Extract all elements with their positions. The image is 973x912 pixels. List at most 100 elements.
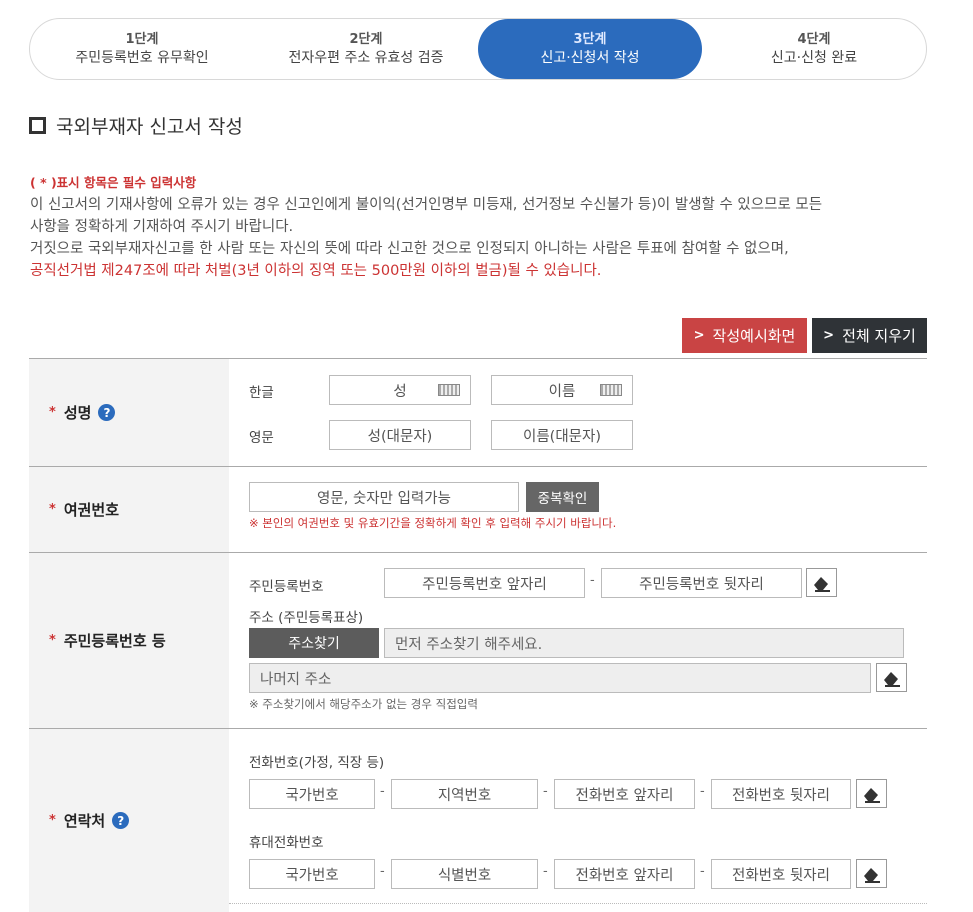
mobile-back-input[interactable]: 전화번호 뒷자리	[711, 859, 851, 889]
notice-line-3: 거짓으로 국외부재자신고를 한 사람 또는 자신의 뜻에 따라 신고한 것으로 …	[30, 241, 789, 257]
eraser-button[interactable]	[856, 779, 887, 808]
eraser-icon	[813, 576, 830, 592]
address-detail-input[interactable]: 나머지 주소	[249, 663, 871, 693]
korean-given-name-placeholder: 이름	[548, 383, 576, 400]
clear-all-label: 전체 지우기	[842, 327, 916, 345]
notice-block: ( * )표시 항목은 필수 입력사항 이 신고서의 기재사항에 오류가 있는 …	[30, 172, 920, 282]
step-4-number: 4단계	[797, 32, 831, 47]
help-icon[interactable]: ?	[98, 404, 116, 421]
eraser-button[interactable]	[806, 568, 837, 597]
address-placeholder: 먼저 주소찾기 해주세요.	[395, 636, 543, 653]
rrn-front-placeholder: 주민등록번호 앞자리	[422, 576, 547, 593]
contact-label-text: 연락처	[63, 812, 106, 830]
phone-back-placeholder: 전화번호 뒷자리	[732, 787, 830, 804]
step-4: 4단계 신고·신청 완료	[702, 19, 926, 79]
english-surname-placeholder: 성(대문자)	[367, 428, 433, 445]
mobile-front-placeholder: 전화번호 앞자리	[575, 867, 674, 884]
address-search-button[interactable]: 주소찾기	[249, 628, 379, 658]
passport-warning: ※ 본인의 여권번호 및 유효기간을 정확하게 확인 후 입력해 주시기 바랍니…	[249, 516, 617, 530]
example-screen-button[interactable]: > 작성예시화면	[682, 318, 807, 353]
address-detail-placeholder: 나머지 주소	[260, 671, 332, 688]
rrn-front-input[interactable]: 주민등록번호 앞자리	[384, 568, 585, 598]
korean-label: 한글	[249, 385, 274, 401]
virtual-keyboard-icon[interactable]	[600, 384, 622, 396]
separator-dash: -	[700, 784, 705, 799]
required-star: *	[49, 813, 56, 828]
passport-number-input[interactable]: 영문, 숫자만 입력가능	[249, 482, 519, 512]
notice-line-4: 공직선거법 제247조에 따라 처벌(3년 이하의 징역 또는 500만원 이하…	[30, 263, 602, 279]
chevron-right-icon: >	[693, 328, 705, 343]
step-3-label: 신고·신청서 작성	[540, 50, 640, 66]
required-star: *	[49, 633, 56, 648]
step-4-label: 신고·신청 완료	[770, 50, 858, 66]
step-1: 1단계 주민등록번호 유무확인	[30, 19, 254, 79]
step-3-number: 3단계	[573, 32, 607, 47]
square-bullet-icon	[29, 117, 46, 134]
english-given-name-placeholder: 이름(대문자)	[522, 428, 601, 445]
rrn-label: 주민등록번호	[249, 579, 324, 595]
name-label-text: 성명	[63, 404, 92, 422]
mobile-front-input[interactable]: 전화번호 앞자리	[554, 859, 695, 889]
row-divider	[229, 903, 927, 904]
passport-label: * 여권번호	[29, 467, 229, 552]
section-title-text: 국외부재자 신고서 작성	[56, 116, 243, 138]
duplicate-check-button[interactable]: 중복확인	[526, 482, 599, 512]
separator-dash: -	[543, 864, 548, 879]
separator-dash: -	[380, 864, 385, 879]
address-search-label: 주소찾기	[288, 636, 340, 652]
separator-dash: -	[543, 784, 548, 799]
phone-front-input[interactable]: 전화번호 앞자리	[554, 779, 695, 809]
address-input[interactable]: 먼저 주소찾기 해주세요.	[384, 628, 904, 658]
phone-back-input[interactable]: 전화번호 뒷자리	[711, 779, 851, 809]
korean-surname-input[interactable]: 성	[329, 375, 471, 405]
phone-area-code-placeholder: 지역번호	[437, 787, 492, 804]
progress-steps: 1단계 주민등록번호 유무확인 2단계 전자우편 주소 유효성 검증 3단계 신…	[29, 18, 927, 80]
name-label: * 성명 ?	[29, 359, 229, 466]
eraser-icon	[883, 671, 900, 687]
address-label: 주소 (주민등록표상)	[249, 610, 364, 626]
required-notice: ( * )표시 항목은 필수 입력사항	[30, 175, 197, 190]
korean-given-name-input[interactable]: 이름	[491, 375, 633, 405]
phone-country-code-input[interactable]: 국가번호	[249, 779, 375, 809]
required-star: *	[49, 405, 56, 420]
mobile-label: 휴대전화번호	[249, 835, 324, 851]
mobile-prefix-placeholder: 식별번호	[437, 867, 492, 884]
contact-label: * 연락처 ?	[29, 729, 229, 912]
help-icon[interactable]: ?	[112, 812, 130, 829]
mobile-back-placeholder: 전화번호 뒷자리	[732, 867, 830, 884]
step-2-number: 2단계	[349, 32, 383, 47]
clear-all-button[interactable]: > 전체 지우기	[812, 318, 927, 353]
resident-row: * 주민등록번호 등 주민등록번호 주민등록번호 앞자리 - 주민등록번호 뒷자…	[29, 552, 927, 728]
mobile-prefix-input[interactable]: 식별번호	[391, 859, 538, 889]
section-title: 국외부재자 신고서 작성	[29, 112, 243, 139]
english-given-name-input[interactable]: 이름(대문자)	[491, 420, 633, 450]
phone-country-code-placeholder: 국가번호	[285, 787, 339, 804]
eraser-button[interactable]	[856, 859, 887, 888]
phone-area-code-input[interactable]: 지역번호	[391, 779, 538, 809]
chevron-right-icon: >	[823, 328, 835, 343]
virtual-keyboard-icon[interactable]	[438, 384, 460, 396]
english-surname-input[interactable]: 성(대문자)	[329, 420, 471, 450]
notice-line-2: 사항을 정확하게 기재하여 주시기 바랍니다.	[30, 219, 294, 235]
mobile-country-code-input[interactable]: 국가번호	[249, 859, 375, 889]
phone-label: 전화번호(가정, 직장 등)	[249, 755, 385, 771]
passport-label-text: 여권번호	[63, 501, 120, 519]
rrn-back-placeholder: 주민등록번호 뒷자리	[639, 576, 764, 593]
eraser-button[interactable]	[876, 663, 907, 692]
mobile-country-code-placeholder: 국가번호	[285, 867, 339, 884]
korean-surname-placeholder: 성	[393, 383, 407, 400]
duplicate-check-label: 중복확인	[537, 491, 588, 507]
step-1-number: 1단계	[125, 32, 159, 47]
step-1-label: 주민등록번호 유무확인	[75, 50, 209, 66]
step-2-label: 전자우편 주소 유효성 검증	[288, 50, 444, 66]
passport-row: * 여권번호 영문, 숫자만 입력가능 중복확인 ※ 본인의 여권번호 및 유효…	[29, 466, 927, 552]
rrn-back-input[interactable]: 주민등록번호 뒷자리	[601, 568, 802, 598]
name-row: * 성명 ? 한글 성 이름 영문 성(대문자) 이름(대문자)	[29, 358, 927, 466]
separator-dash: -	[590, 573, 595, 588]
passport-placeholder: 영문, 숫자만 입력가능	[317, 490, 451, 507]
step-3-active: 3단계 신고·신청서 작성	[478, 19, 702, 79]
example-screen-label: 작성예시화면	[712, 327, 796, 345]
address-note: ※ 주소찾기에서 해당주소가 없는 경우 직접입력	[249, 697, 478, 711]
eraser-icon	[863, 787, 880, 803]
phone-front-placeholder: 전화번호 앞자리	[575, 787, 674, 804]
